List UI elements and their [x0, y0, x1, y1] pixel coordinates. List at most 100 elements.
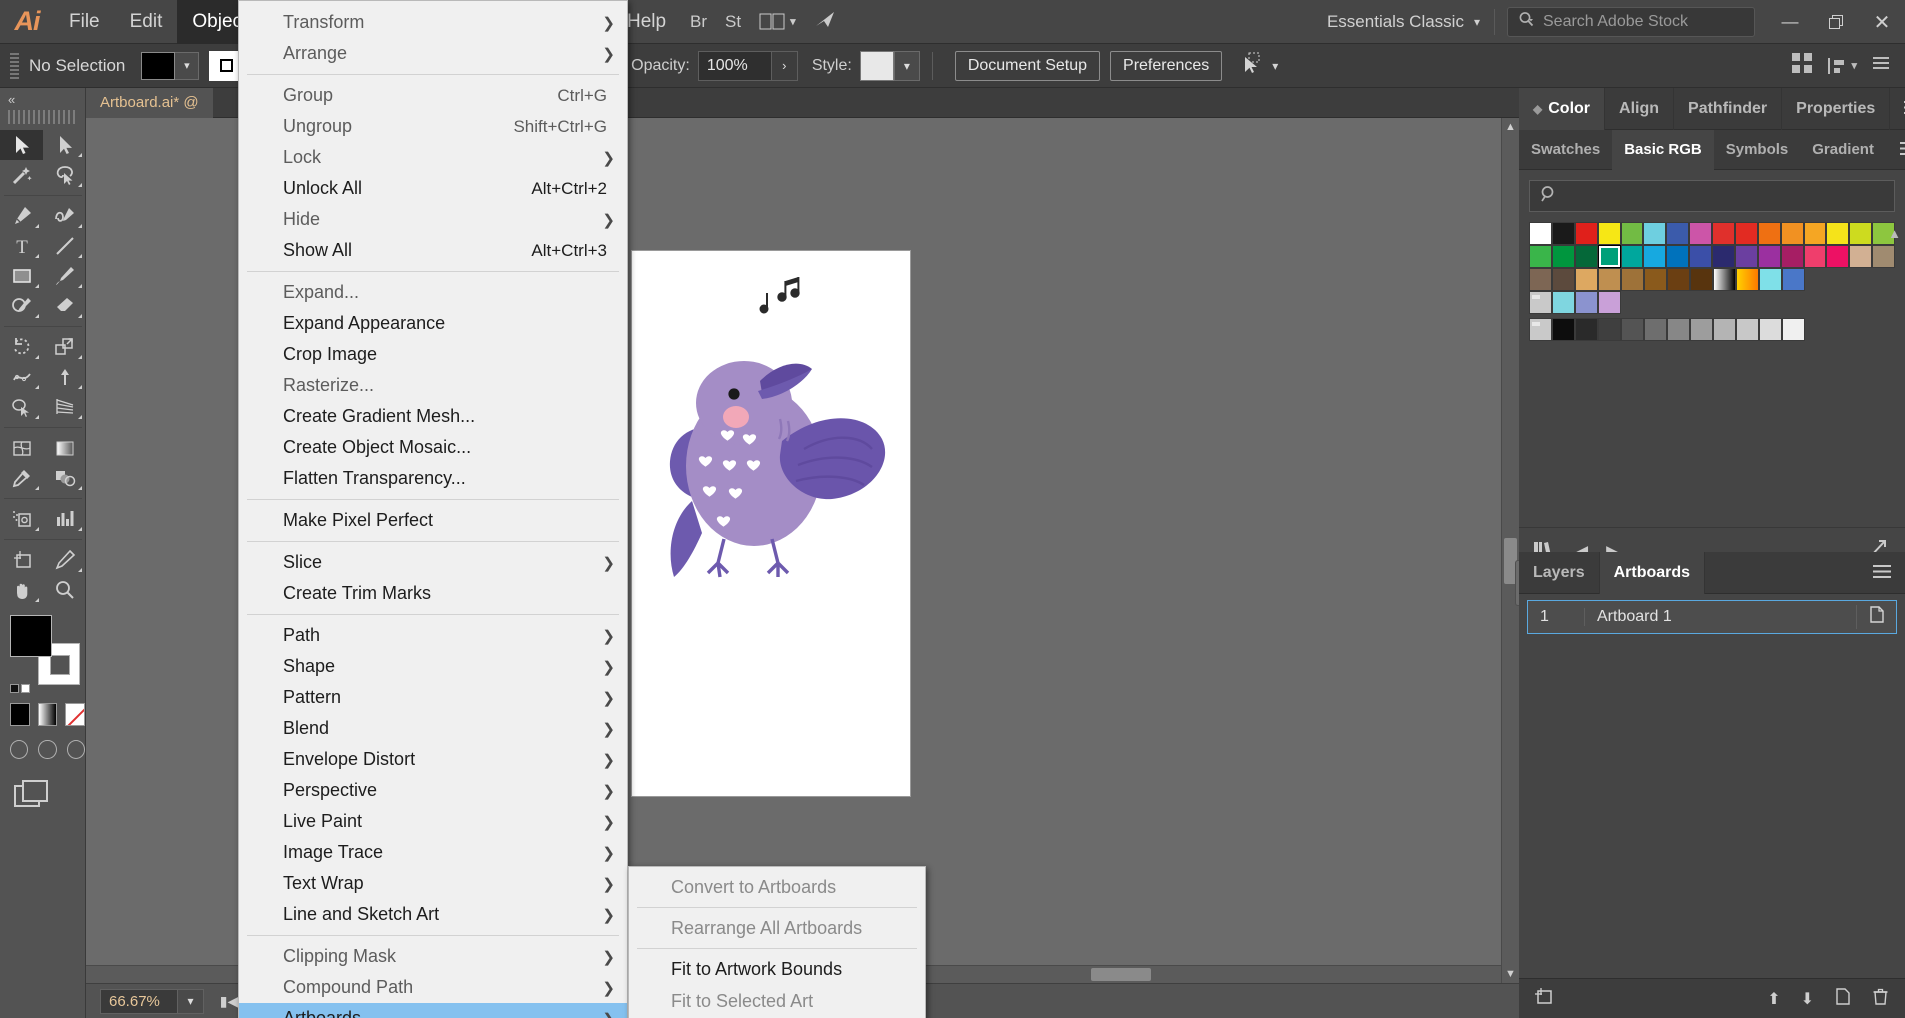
canvas-vertical-scrollbar[interactable]: ▲ ▼ — [1501, 118, 1519, 983]
chevron-down-icon[interactable]: ▾ — [175, 52, 199, 80]
tab-symbols[interactable]: Symbols — [1714, 130, 1801, 170]
fill-color-control[interactable]: ▾ — [141, 52, 199, 80]
scale-tool[interactable] — [43, 332, 86, 362]
hand-tool[interactable] — [0, 575, 43, 605]
none-button[interactable] — [65, 703, 85, 726]
shape-builder-tool[interactable] — [0, 392, 43, 422]
arrange-documents-icon[interactable]: ▾ — [759, 13, 796, 30]
swatch[interactable] — [1804, 245, 1827, 268]
swatch-selected[interactable] — [1598, 245, 1621, 268]
gradient-tool[interactable] — [43, 433, 86, 463]
swatch-pattern-blue[interactable] — [1782, 268, 1805, 291]
swatch[interactable] — [1598, 291, 1621, 314]
swatch[interactable] — [1644, 268, 1667, 291]
selection-tool[interactable] — [0, 130, 43, 160]
toolbar-grip[interactable] — [8, 110, 77, 124]
scroll-up-icon[interactable]: ▲ — [1502, 118, 1519, 136]
menu-item-blend[interactable]: Blend ❯ — [239, 713, 627, 744]
horizontal-scroll-thumb[interactable] — [1091, 968, 1151, 981]
first-page-icon[interactable]: ▮◀ — [218, 989, 240, 1014]
hamburger-icon[interactable] — [1859, 563, 1905, 583]
document-setup-button[interactable]: Document Setup — [955, 51, 1100, 81]
opacity-options-button[interactable]: › — [772, 51, 798, 81]
swatch[interactable] — [1643, 222, 1666, 245]
slice-tool[interactable] — [43, 545, 86, 575]
swatch[interactable] — [1712, 222, 1735, 245]
swatch[interactable] — [1529, 222, 1552, 245]
artboard-list-item[interactable]: 1 Artboard 1 — [1527, 600, 1897, 634]
swatch-group-folder[interactable] — [1529, 318, 1552, 341]
swatch[interactable] — [1826, 245, 1849, 268]
swatch[interactable] — [1575, 268, 1598, 291]
menu-item-slice[interactable]: Slice ❯ — [239, 547, 627, 578]
move-down-icon[interactable]: ⬇ — [1801, 989, 1814, 1009]
swatch[interactable] — [1621, 318, 1644, 341]
menu-file[interactable]: File — [54, 0, 115, 44]
swatch[interactable] — [1826, 222, 1849, 245]
move-up-icon[interactable]: ⬆ — [1767, 989, 1780, 1009]
zoom-tool[interactable] — [43, 575, 86, 605]
swatch-group-folder[interactable] — [1529, 291, 1552, 314]
lasso-tool[interactable] — [43, 160, 86, 190]
discover-icon[interactable] — [814, 9, 836, 34]
minimize-button[interactable]: — — [1767, 0, 1813, 44]
distribute-icon[interactable]: ▾ — [1827, 56, 1857, 76]
submenu-item-convert-to-artboards[interactable]: Convert to Artboards — [629, 871, 925, 903]
tab-gradient[interactable]: Gradient — [1800, 130, 1886, 170]
select-similar-objects-icon[interactable] — [1240, 51, 1266, 80]
graphic-style-swatch[interactable] — [860, 51, 894, 81]
swatch[interactable] — [1849, 245, 1872, 268]
swatch[interactable] — [1621, 245, 1644, 268]
menu-item-group[interactable]: Group Ctrl+G — [239, 80, 627, 111]
default-fill-stroke-icon[interactable] — [10, 684, 19, 693]
swatch[interactable] — [1575, 291, 1598, 314]
swatch[interactable] — [1690, 318, 1713, 341]
draw-inside-icon[interactable] — [67, 740, 85, 759]
swatch-gradient-bw[interactable] — [1713, 268, 1736, 291]
perspective-grid-tool[interactable] — [43, 392, 86, 422]
swatch-gradient-orange[interactable] — [1736, 268, 1759, 291]
menu-item-live-paint[interactable]: Live Paint ❯ — [239, 806, 627, 837]
bridge-icon[interactable]: Br — [690, 12, 707, 32]
swatch[interactable] — [1644, 318, 1667, 341]
swatch[interactable] — [1735, 245, 1758, 268]
menu-item-clipping-mask[interactable]: Clipping Mask ❯ — [239, 941, 627, 972]
free-transform-tool[interactable] — [43, 362, 86, 392]
swatch[interactable] — [1804, 222, 1827, 245]
swatch[interactable] — [1735, 222, 1758, 245]
menu-item-shape[interactable]: Shape ❯ — [239, 651, 627, 682]
swatch-pattern-cyan[interactable] — [1759, 268, 1782, 291]
submenu-item-fit-to-selected-art[interactable]: Fit to Selected Art — [629, 985, 925, 1017]
mesh-tool[interactable] — [0, 433, 43, 463]
swap-fill-stroke-icon[interactable] — [21, 684, 30, 693]
menu-item-expand[interactable]: Expand... — [239, 277, 627, 308]
type-tool[interactable]: T — [0, 231, 43, 261]
swatch[interactable] — [1529, 245, 1552, 268]
swatch[interactable] — [1621, 268, 1644, 291]
menu-item-perspective[interactable]: Perspective ❯ — [239, 775, 627, 806]
menu-item-line-and-sketch-art[interactable]: Line and Sketch Art ❯ — [239, 899, 627, 930]
pen-tool[interactable] — [0, 201, 43, 231]
menu-item-envelope-distort[interactable]: Envelope Distort ❯ — [239, 744, 627, 775]
maximize-restore-button[interactable] — [1813, 0, 1859, 44]
collapse-toolbar-button[interactable]: « — [0, 88, 85, 110]
paintbrush-tool[interactable] — [43, 261, 86, 291]
object-menu-dropdown[interactable]: Transform ❯ Arrange ❯ Group Ctrl+G Ungro… — [238, 0, 628, 1018]
screen-mode-button[interactable] — [14, 785, 40, 807]
swatch[interactable] — [1552, 268, 1575, 291]
delete-artboard-button[interactable] — [1872, 987, 1889, 1011]
swatch[interactable] — [1736, 318, 1759, 341]
symbol-sprayer-tool[interactable] — [0, 504, 43, 534]
swatch[interactable] — [1872, 245, 1895, 268]
menu-item-transform[interactable]: Transform ❯ — [239, 7, 627, 38]
artboards-submenu[interactable]: Convert to Artboards Rearrange All Artbo… — [628, 866, 926, 1018]
hamburger-icon[interactable] — [1886, 140, 1905, 160]
tab-color[interactable]: ◆ Color — [1519, 88, 1605, 130]
menu-edit[interactable]: Edit — [115, 0, 178, 44]
swatch[interactable] — [1621, 222, 1644, 245]
swatch[interactable] — [1552, 318, 1575, 341]
line-segment-tool[interactable] — [43, 231, 86, 261]
draw-behind-icon[interactable] — [38, 740, 56, 759]
rectangle-tool[interactable] — [0, 261, 43, 291]
menu-item-compound-path[interactable]: Compound Path ❯ — [239, 972, 627, 1003]
